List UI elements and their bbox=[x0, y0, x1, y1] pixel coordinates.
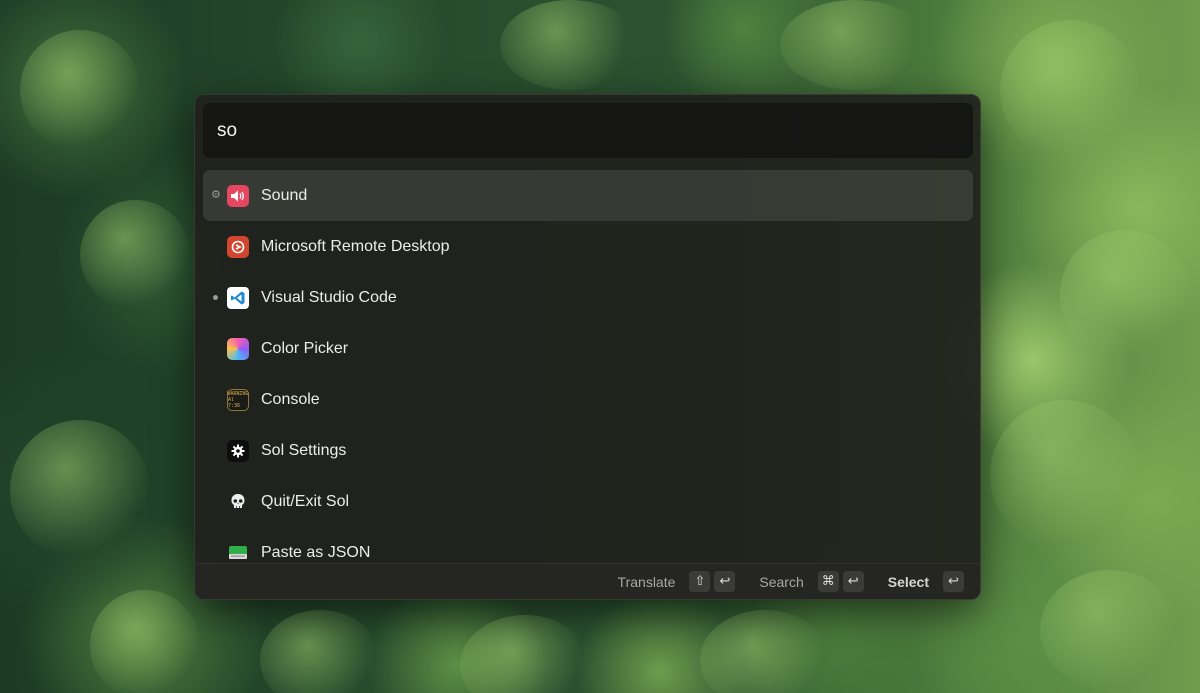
result-item-microsoft-remote-desktop[interactable]: Microsoft Remote Desktop bbox=[203, 221, 973, 272]
footer-actions: Translate ⇧ ↩ Search ⌘ ↩ Select ↩ bbox=[195, 563, 980, 599]
result-label: Sound bbox=[261, 186, 308, 204]
skull-icon bbox=[227, 491, 249, 513]
gear-marker-icon: ⚙ bbox=[211, 189, 221, 201]
return-key-icon: ↩ bbox=[943, 571, 964, 592]
result-label: Quit/Exit Sol bbox=[261, 492, 350, 510]
gear-icon bbox=[227, 439, 249, 462]
result-item-sound[interactable]: ⚙ Sound bbox=[203, 170, 973, 221]
color-picker-icon bbox=[227, 337, 249, 360]
result-label: Microsoft Remote Desktop bbox=[261, 237, 450, 255]
result-label: Sol Settings bbox=[261, 441, 347, 459]
search-action[interactable]: Search ⌘ ↩ bbox=[759, 571, 864, 592]
remote-desktop-icon bbox=[227, 235, 249, 258]
result-item-visual-studio-code[interactable]: Visual Studio Code bbox=[203, 272, 973, 323]
clipboard-icon bbox=[227, 542, 249, 564]
launcher-window: ⚙ Sound Microsoft Remote Desktop bbox=[194, 94, 981, 600]
search-label: Search bbox=[759, 573, 804, 590]
select-action[interactable]: Select ↩ bbox=[888, 571, 964, 592]
speaker-icon bbox=[227, 184, 249, 207]
translate-action[interactable]: Translate ⇧ ↩ bbox=[618, 571, 736, 592]
shift-key-icon: ⇧ bbox=[689, 571, 711, 592]
result-label: Visual Studio Code bbox=[261, 288, 397, 306]
result-label: Paste as JSON bbox=[261, 543, 371, 561]
return-key-icon: ↩ bbox=[842, 571, 864, 592]
search-input[interactable] bbox=[217, 119, 973, 142]
console-icon-line2: Al 7:36 bbox=[228, 396, 241, 409]
running-dot-icon bbox=[211, 292, 219, 303]
result-label: Console bbox=[261, 390, 320, 408]
translate-label: Translate bbox=[617, 573, 676, 590]
results-list: ⚙ Sound Microsoft Remote Desktop Visual … bbox=[203, 170, 973, 578]
result-item-console[interactable]: WARNING Al 7:36 Console bbox=[203, 374, 973, 425]
command-key-icon: ⌘ bbox=[817, 571, 839, 592]
result-item-sol-settings[interactable]: Sol Settings bbox=[203, 425, 973, 476]
return-key-icon: ↩ bbox=[714, 571, 736, 592]
result-item-color-picker[interactable]: Color Picker bbox=[203, 323, 973, 374]
search-bar[interactable] bbox=[203, 103, 973, 158]
result-item-quit-exit-sol[interactable]: Quit/Exit Sol bbox=[203, 476, 973, 527]
vscode-icon bbox=[227, 286, 249, 309]
result-label: Color Picker bbox=[261, 339, 349, 357]
select-label: Select bbox=[887, 573, 929, 590]
console-icon: WARNING Al 7:36 bbox=[227, 388, 249, 411]
